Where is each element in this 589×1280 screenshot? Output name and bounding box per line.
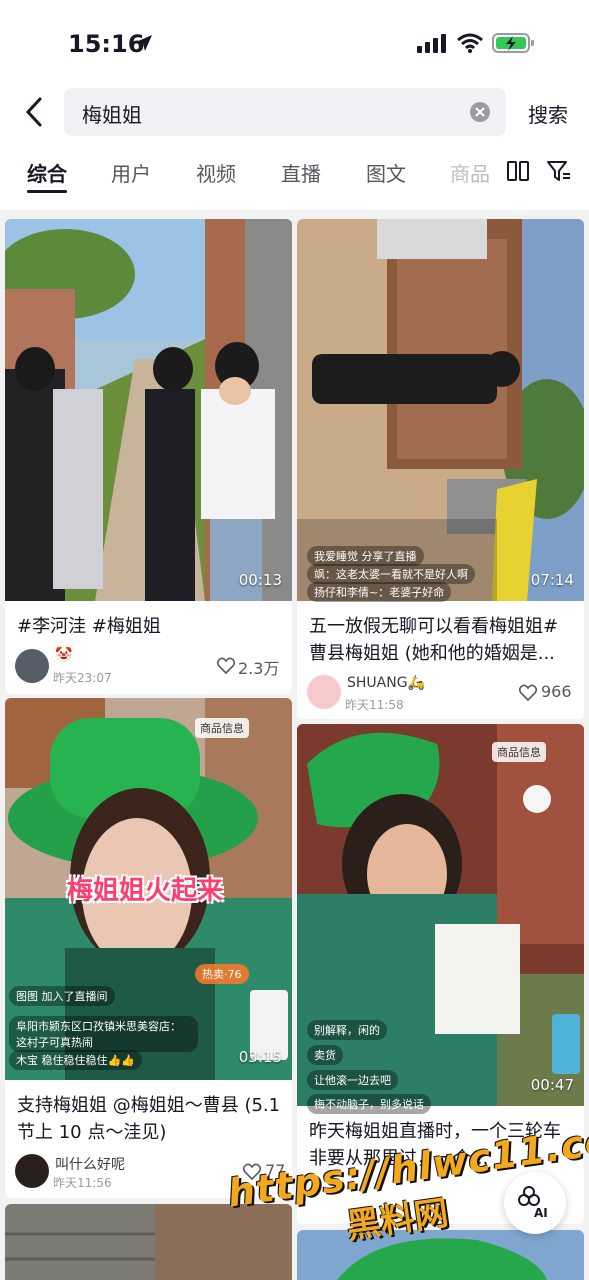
card-title: #李河洼 #梅姐姐 bbox=[17, 616, 161, 637]
top-header: 15:16 梅姐姐 搜索 综合 用户 视频 直播 图文 商品 bbox=[0, 0, 589, 210]
video-card[interactable]: 00:13 #李河洼 #梅姐姐 🤡 昨天23:07 2.3万 bbox=[5, 219, 292, 694]
product-info-tag[interactable]: 商品信息 bbox=[195, 718, 249, 738]
status-time: 15:16 bbox=[68, 30, 145, 58]
filter-tabs: 综合 用户 视频 直播 图文 商品 bbox=[0, 150, 589, 194]
post-date: 昨天23:07 bbox=[53, 671, 112, 685]
author-name[interactable]: SHUANG🛵 bbox=[347, 675, 425, 691]
avatar[interactable] bbox=[15, 649, 49, 683]
video-card[interactable] bbox=[5, 1204, 292, 1280]
tab-videos[interactable]: 视频 bbox=[196, 158, 236, 187]
clear-search-icon[interactable] bbox=[470, 102, 490, 122]
live-comment: 让他滚一边去吧 bbox=[307, 1070, 398, 1090]
layout-toggle-icon[interactable] bbox=[506, 160, 530, 182]
ai-assistant-button[interactable]: AI bbox=[504, 1172, 566, 1234]
live-comment: 木宝 稳住稳住稳住👍👍 bbox=[9, 1050, 142, 1070]
cellular-signal-icon bbox=[417, 34, 446, 53]
video-card[interactable]: 我爱睡觉 分享了直播 飒：这老太婆一看就不是好人啊 扬仔和李倩~：老婆子好命 0… bbox=[297, 219, 584, 719]
search-input[interactable]: 梅姐姐 bbox=[64, 88, 506, 136]
filter-icon[interactable] bbox=[546, 160, 572, 182]
like-count: 966 bbox=[541, 682, 572, 701]
card-title: 五一放假无聊可以看看梅姐姐#曹县梅姐姐 (她和他的婚姻是... bbox=[309, 616, 559, 664]
heart-icon[interactable] bbox=[217, 657, 235, 674]
live-comment: 飒：这老太婆一看就不是好人啊 bbox=[307, 564, 475, 584]
video-thumbnail bbox=[297, 1230, 584, 1280]
tab-live[interactable]: 直播 bbox=[281, 158, 321, 187]
battery-charging-icon bbox=[492, 33, 534, 53]
video-card[interactable] bbox=[297, 1230, 584, 1280]
card-title: 支持梅姐姐 @梅姐姐～曹县 (5.1节上 10 点～洼见) bbox=[17, 1095, 281, 1143]
like-count: 2.3万 bbox=[238, 659, 280, 678]
live-comment: 阜阳市颍东区口孜镇米思美容店：这村子可真热闹 bbox=[9, 1016, 198, 1052]
tab-products[interactable]: 商品 bbox=[450, 158, 490, 187]
video-duration: 07:14 bbox=[530, 571, 574, 589]
active-tab-indicator bbox=[27, 190, 67, 193]
live-comment: 扬仔和李倩~：老婆子好命 bbox=[307, 582, 452, 602]
avatar[interactable] bbox=[15, 1154, 49, 1188]
live-comment: 图图 加入了直播间 bbox=[9, 986, 115, 1006]
search-row: 梅姐姐 搜索 bbox=[0, 88, 589, 138]
live-comment: 梅不动脑子，别多说话 bbox=[307, 1094, 431, 1114]
product-info-tag[interactable]: 商品信息 bbox=[492, 742, 546, 762]
avatar[interactable] bbox=[307, 675, 341, 709]
video-card[interactable]: 商品信息 梅姐姐火起来 热卖·76 图图 加入了直播间 阜阳市颍东区口孜镇米思美… bbox=[5, 698, 292, 1198]
hot-sale-badge: 热卖·76 bbox=[195, 964, 249, 984]
overlay-caption: 梅姐姐火起来 bbox=[67, 876, 224, 906]
video-thumbnail bbox=[5, 219, 292, 601]
search-button[interactable]: 搜索 bbox=[528, 99, 568, 128]
author-name[interactable]: 叫什么好呢 bbox=[55, 1154, 125, 1174]
video-duration: 00:13 bbox=[238, 571, 282, 589]
ai-label: AI bbox=[534, 1206, 548, 1220]
tab-users[interactable]: 用户 bbox=[111, 158, 151, 187]
video-thumbnail bbox=[5, 1204, 292, 1280]
tab-comprehensive[interactable]: 综合 bbox=[27, 158, 67, 187]
post-date: 昨天11:58 bbox=[345, 698, 404, 712]
live-comment: 别解释，闲的 bbox=[307, 1020, 387, 1040]
tab-image-text[interactable]: 图文 bbox=[366, 158, 406, 187]
video-duration: 03:15 bbox=[238, 1048, 282, 1066]
back-chevron-icon[interactable] bbox=[22, 96, 46, 128]
video-duration: 00:47 bbox=[530, 1076, 574, 1094]
heart-icon[interactable] bbox=[519, 684, 537, 701]
video-thumbnail bbox=[297, 219, 584, 601]
search-query-text: 梅姐姐 bbox=[82, 103, 142, 127]
status-bar: 15:16 bbox=[0, 0, 589, 88]
wifi-icon bbox=[457, 33, 483, 53]
live-comment: 卖货 bbox=[307, 1045, 343, 1065]
post-date: 昨天11:56 bbox=[53, 1176, 112, 1190]
live-comment: 我爱睡觉 分享了直播 bbox=[307, 546, 424, 566]
location-arrow-icon bbox=[136, 35, 152, 51]
author-name[interactable]: 🤡 bbox=[55, 647, 72, 663]
